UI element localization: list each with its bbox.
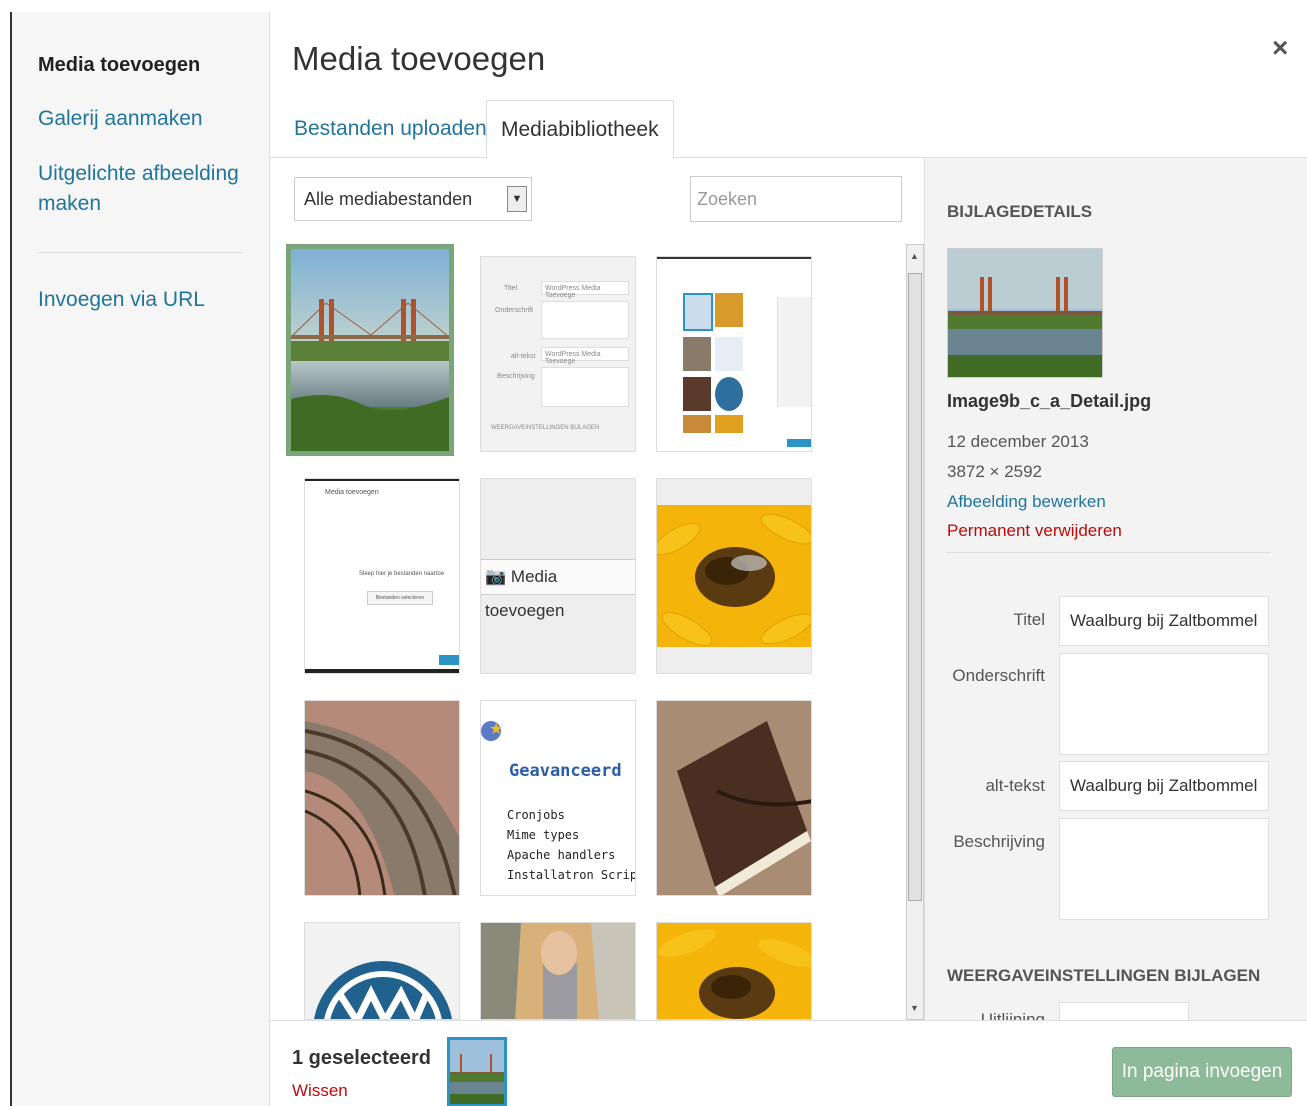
edit-image-link[interactable]: Afbeelding bewerken: [947, 492, 1106, 512]
title-field[interactable]: Waalburg bij Zaltbommel: [1059, 596, 1269, 646]
delete-permanently-link[interactable]: Permanent verwijderen: [947, 521, 1122, 541]
attachment-form-screenshot[interactable]: Titel WordPress Media Toevoege Onderschr…: [480, 256, 636, 452]
clear-selection-link[interactable]: Wissen: [292, 1081, 348, 1101]
thumb-advanced-item: Installatron Script Insta: [507, 868, 635, 882]
media-modal: Media toevoegen Galerij aanmaken Uitgeli…: [10, 12, 1307, 1106]
tab-media-library[interactable]: Mediabibliotheek: [486, 100, 674, 159]
router-tabs: Bestanden uploaden Mediabibliotheek: [270, 100, 1307, 159]
media-filter-value: Alle mediabestanden: [304, 189, 473, 209]
thumb-upload-title: Media toevoegen: [325, 489, 379, 496]
insert-into-page-button[interactable]: In pagina invoegen: [1112, 1047, 1292, 1097]
attachment-wordpress-logo[interactable]: [304, 922, 460, 1020]
bee-photo: [657, 479, 811, 673]
media-filter-select[interactable]: Alle mediabestanden ▼: [294, 177, 532, 221]
grid-scrollbar[interactable]: ▲ ▼: [906, 244, 924, 1020]
caption-label: Onderschrift: [952, 666, 1045, 685]
thumb-form-label-caption: Onderschrift: [495, 307, 534, 314]
menu-separator: [38, 252, 243, 253]
media-toolbar: 1 geselecteerd Wissen In pagina invoegen: [270, 1020, 1307, 1106]
attachment-bee-1[interactable]: [656, 478, 812, 674]
menu-item-create-gallery[interactable]: Galerij aanmaken: [38, 104, 203, 134]
grid-scrollbar-thumb[interactable]: [908, 273, 922, 901]
attachment-bee-2[interactable]: [656, 922, 812, 1020]
tab-upload-files[interactable]: Bestanden uploaden: [280, 100, 501, 158]
bridge-photo: [948, 249, 1102, 377]
menu-item-featured-image-line1: Uitgelichte afbeelding: [38, 162, 239, 185]
star-icon: ★: [489, 721, 504, 738]
camera-icon: 📷: [485, 567, 507, 586]
thumb-upload-select-button: Bestanden selecteren: [367, 591, 433, 605]
notebook-photo: [657, 701, 811, 895]
thumb-form-label-title: Titel: [504, 285, 517, 292]
thumb-upload-drop-text: Sleep hier je bestanden naartoe: [359, 571, 445, 577]
search-input[interactable]: Zoeken: [690, 176, 902, 222]
chevron-down-icon: ▼: [507, 186, 527, 212]
close-icon[interactable]: ×: [1272, 32, 1288, 64]
attachment-date: 12 december 2013: [947, 432, 1089, 451]
menu-item-add-media[interactable]: Media toevoegen: [38, 50, 200, 80]
bridge-photo: [450, 1040, 504, 1104]
thumb-form-label-alt: alt-tekst: [511, 353, 536, 360]
wordpress-icon: [305, 923, 459, 1019]
attachment-filename: Image9b_c_a_Detail.jpg: [947, 391, 1152, 411]
scroll-down-icon[interactable]: ▼: [910, 1003, 919, 1013]
alignment-select[interactable]: [1059, 1002, 1189, 1020]
thumb-form-label-desc: Beschrijving: [497, 373, 535, 380]
thumb-form-field-desc: [541, 367, 629, 407]
attachment-notebook[interactable]: [656, 700, 812, 896]
selection-thumbnail[interactable]: [447, 1037, 507, 1106]
bridge-photo: [291, 249, 449, 451]
thumb-form-field-caption: [541, 301, 629, 339]
selection-count: 1 geselecteerd: [292, 1047, 431, 1069]
attachment-modal-screenshot[interactable]: [656, 256, 812, 452]
display-settings-heading: WEERGAVEINSTELLINGEN BIJLAGEN: [947, 966, 1261, 985]
thumb-form-field-title: WordPress Media Toevoege: [541, 281, 629, 299]
thumb-advanced-item: Apache handlers: [507, 848, 616, 862]
attachment-railway[interactable]: [304, 700, 460, 896]
thumb-form-heading: WEERGAVEINSTELLINGEN BIJLAGEN: [491, 425, 600, 431]
media-menu: Media toevoegen Galerij aanmaken Uitgeli…: [12, 12, 270, 1106]
description-field[interactable]: [1059, 818, 1269, 920]
alt-text-label: alt-tekst: [985, 776, 1045, 795]
sidebar-separator: [947, 552, 1271, 553]
attachment-details-heading: BIJLAGEDETAILS: [947, 202, 1093, 221]
alt-text-field[interactable]: Waalburg bij Zaltbommel: [1059, 761, 1269, 811]
modal-title: Media toevoegen: [292, 40, 546, 77]
thumb-advanced-title: Geavanceerd: [509, 761, 622, 781]
menu-item-featured-image-line2: maken: [38, 192, 102, 215]
menu-item-insert-url[interactable]: Invoegen via URL: [38, 285, 205, 315]
title-label: Titel: [1013, 610, 1046, 629]
alignment-label: Uitlijning: [980, 1010, 1045, 1020]
attachments-grid: ✓ Titel WordPress Media Toevoege Ondersc…: [284, 242, 894, 1020]
attachment-details-sidebar: BIJLAGEDETAILS Image9b_c_a_Detail.jpg 12…: [924, 158, 1307, 1020]
scroll-up-icon[interactable]: ▲: [910, 251, 919, 261]
menu-item-featured-image[interactable]: Uitgelichte afbeelding maken: [38, 159, 239, 219]
attachment-bridge[interactable]: [286, 244, 454, 456]
attachment-dimensions: 3872 × 2592: [947, 462, 1043, 481]
attachment-preview: [947, 248, 1103, 378]
description-label: Beschrijving: [953, 832, 1045, 851]
attachment-button-screenshot[interactable]: 📷 Media toevoegen: [480, 478, 636, 674]
attachment-advanced-screenshot[interactable]: ★ Geavanceerd Cronjobs Mime types Apache…: [480, 700, 636, 896]
railway-photo: [305, 701, 459, 895]
attachment-woman[interactable]: [480, 922, 636, 1020]
caption-field[interactable]: [1059, 653, 1269, 755]
attachment-upload-screenshot[interactable]: Media toevoegen Sleep hier je bestanden …: [304, 478, 460, 674]
woman-photo: [481, 923, 635, 1019]
thumb-advanced-item: Mime types: [507, 828, 580, 842]
thumb-form-field-alt: WordPress Media Toevoege: [541, 347, 629, 365]
thumb-advanced-item: Cronjobs: [507, 808, 565, 822]
bee-photo: [657, 923, 811, 1019]
